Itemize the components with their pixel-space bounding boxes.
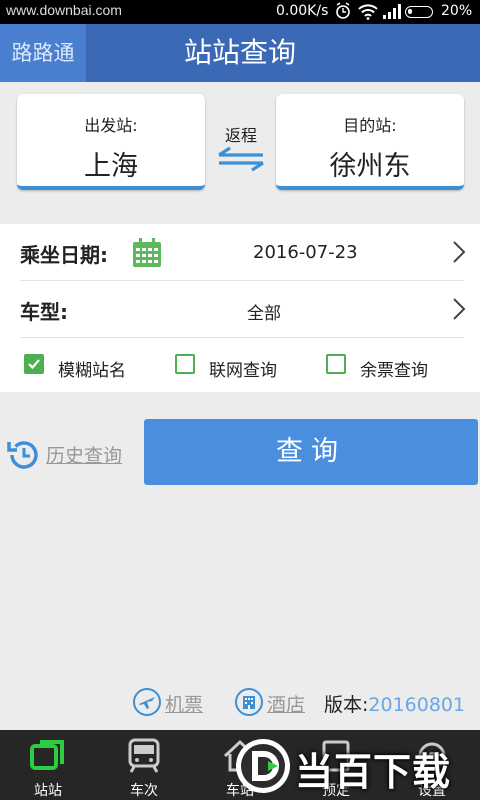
- wifi-icon: [358, 4, 378, 24]
- swap-icon[interactable]: [216, 146, 266, 176]
- chevron-right-icon: [452, 240, 466, 268]
- tab-label: 车次: [130, 783, 158, 799]
- hotel-icon[interactable]: [234, 687, 264, 721]
- status-bar: www.downbai.com 0.00K/s 20%: [0, 0, 480, 24]
- station-selector: 出发站: 上海 返程 目的站: 徐州东: [0, 82, 480, 224]
- checkbox[interactable]: [326, 354, 346, 374]
- arrival-station-card[interactable]: 目的站: 徐州东: [276, 94, 464, 190]
- hotel-link[interactable]: 酒店: [267, 690, 305, 717]
- battery-percent: 20%: [441, 3, 473, 19]
- station-icon: [30, 738, 66, 776]
- app-header: 路路通 站站查询: [0, 24, 480, 82]
- query-button[interactable]: 查询: [144, 419, 478, 485]
- flight-icon[interactable]: [132, 687, 162, 721]
- history-icon: [4, 441, 42, 478]
- battery-icon: [405, 6, 433, 18]
- departure-station-card[interactable]: 出发站: 上海: [17, 94, 205, 190]
- option-label: 联网查询: [209, 361, 277, 381]
- tab-train-number[interactable]: 车次: [96, 730, 192, 800]
- version-text: 版本:20160801: [324, 690, 465, 717]
- chevron-right-icon: [452, 297, 466, 325]
- network-speed: 0.00K/s: [276, 3, 329, 19]
- date-row[interactable]: 乘坐日期: 2016-07-23: [0, 224, 480, 280]
- alarm-icon: [335, 2, 351, 24]
- calendar-icon[interactable]: [132, 238, 162, 272]
- flight-link[interactable]: 机票: [165, 690, 203, 717]
- watermark-text: 当百下载: [295, 750, 452, 794]
- history-link[interactable]: 历史查询: [4, 436, 122, 478]
- watermark-logo: [234, 737, 292, 799]
- overlay-watermark: 当百下载: [232, 733, 480, 800]
- checkbox-checked[interactable]: [24, 354, 44, 374]
- train-icon: [126, 738, 162, 778]
- train-type-row[interactable]: 车型: 全部: [0, 281, 480, 337]
- checkbox[interactable]: [175, 354, 195, 374]
- option-label: 余票查询: [360, 361, 428, 381]
- departure-station: 上海: [84, 151, 138, 182]
- query-options: 模糊站名 联网查询 余票查询: [0, 338, 480, 392]
- train-type-value: 全部: [247, 304, 281, 324]
- arrival-station: 徐州东: [329, 151, 411, 182]
- signal-icon: [383, 4, 401, 24]
- return-trip-label: 返程: [224, 126, 257, 145]
- date-label: 乘坐日期:: [20, 243, 108, 267]
- version-label: 版本:: [324, 694, 369, 716]
- option-label: 模糊站名: [58, 361, 126, 381]
- date-value: 2016-07-23: [253, 242, 358, 263]
- arrival-label: 目的站:: [343, 116, 397, 135]
- brand-button[interactable]: 路路通: [0, 24, 86, 82]
- history-label: 历史查询: [46, 445, 123, 467]
- tab-station-to-station[interactable]: 站站: [0, 730, 96, 800]
- version-number: 20160801: [368, 694, 466, 716]
- departure-label: 出发站:: [84, 116, 138, 135]
- train-type-label: 车型:: [20, 300, 68, 324]
- tab-label: 站站: [34, 783, 62, 799]
- watermark-text: www.downbai.com: [6, 2, 122, 18]
